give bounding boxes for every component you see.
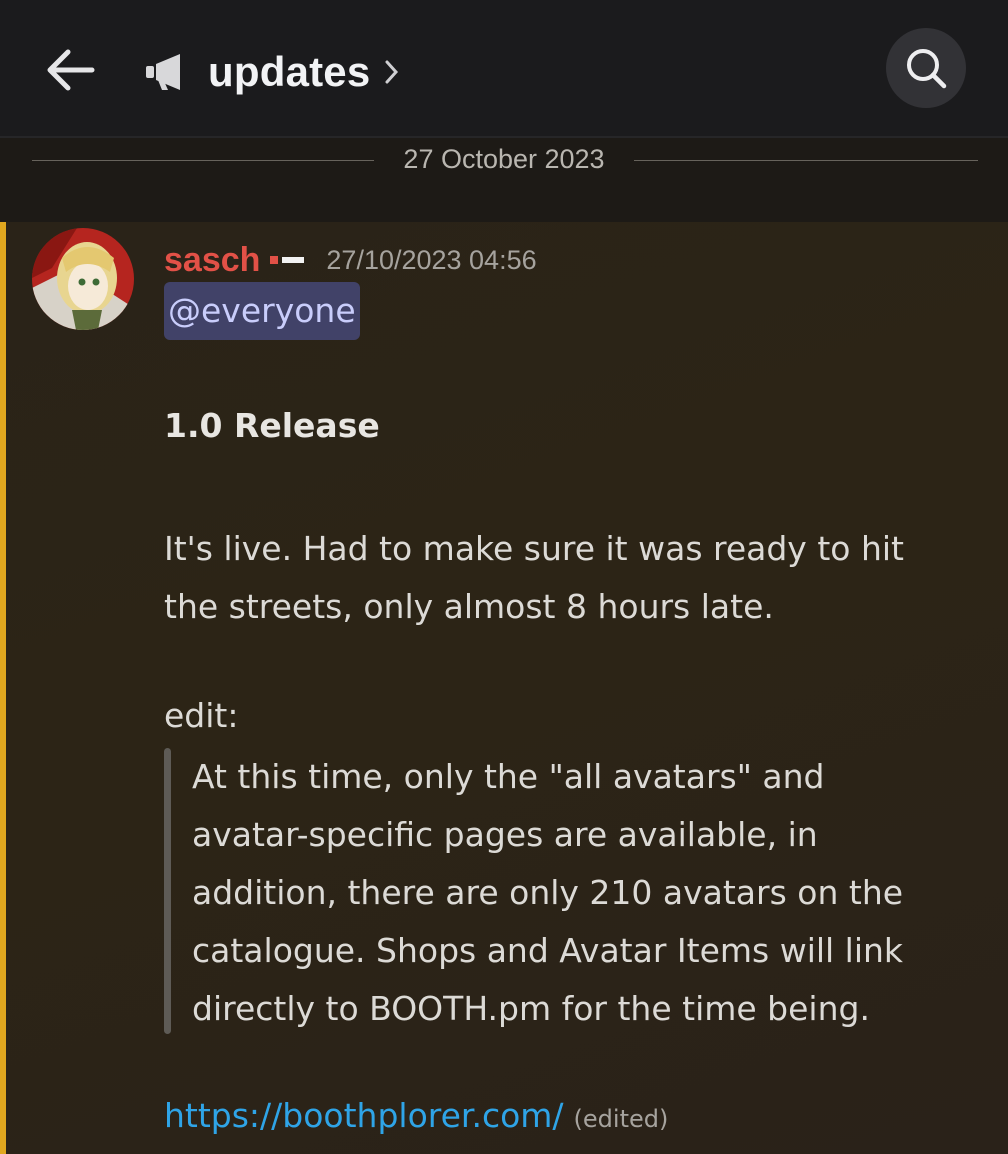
channel-title[interactable]: updates <box>142 40 400 104</box>
chevron-right-icon <box>385 60 399 84</box>
divider-line-right <box>634 160 978 161</box>
divider-date: 27 October 2023 <box>403 144 605 174</box>
date-divider: 27 October 2023 <box>0 138 1008 222</box>
megaphone-icon <box>146 54 180 90</box>
back-button[interactable] <box>38 38 102 102</box>
message-paragraph: It's live. Had to make sure it was ready… <box>164 520 904 636</box>
edited-label: (edited) <box>573 1105 669 1133</box>
role-badge-icon <box>270 256 305 264</box>
author-name[interactable]: sasch <box>164 241 260 280</box>
link-row: https://boothplorer.com/ (edited) <box>164 1096 668 1154</box>
message-timestamp: 27/10/2023 04:56 <box>326 244 537 275</box>
edit-label: edit: <box>164 696 239 735</box>
quote-text: At this time, only the "all avatars" and… <box>192 748 972 1038</box>
paragraph-line: the streets, only almost 8 hours late. <box>164 587 774 626</box>
paragraph-line: It's live. Had to make sure it was ready… <box>164 529 904 568</box>
search-icon <box>907 49 947 89</box>
message[interactable]: sasch 27/10/2023 04:56 @everyone 1.0 Rel… <box>0 222 1008 1154</box>
avatar[interactable] <box>32 228 134 330</box>
quote-line: At this time, only the "all avatars" and <box>192 757 825 796</box>
search-button[interactable] <box>886 28 966 108</box>
arrow-left-icon <box>47 49 95 91</box>
channel-name: updates <box>208 48 371 95</box>
quote-line: directly to BOOTH.pm for the time being. <box>192 989 870 1028</box>
quote-line: addition, there are only 210 avatars on … <box>192 873 904 912</box>
message-header: sasch 27/10/2023 04:56 <box>164 236 537 284</box>
everyone-mention[interactable]: @everyone <box>164 282 360 340</box>
quote-bar <box>164 748 171 1034</box>
channel-header: updates <box>0 0 1008 138</box>
quote-line: avatar-specific pages are available, in <box>192 815 818 854</box>
quote-line: catalogue. Shops and Avatar Items will l… <box>192 931 904 970</box>
release-title: 1.0 Release <box>164 406 380 445</box>
website-link[interactable]: https://boothplorer.com/ <box>164 1096 564 1135</box>
mention-highlight-bar <box>0 222 6 1154</box>
divider-line-left <box>32 160 374 161</box>
